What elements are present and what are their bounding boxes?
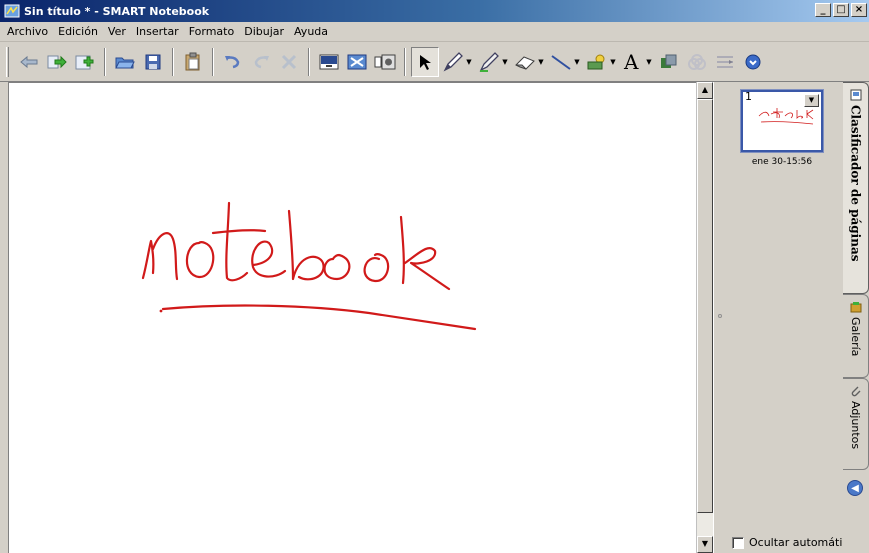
- text-icon[interactable]: A ▼: [619, 47, 655, 77]
- capture-icon[interactable]: [371, 47, 399, 77]
- chevron-down-icon[interactable]: ▼: [646, 58, 651, 66]
- tab-label-gallery: Galería: [849, 317, 862, 357]
- main-toolbar: ▼ ▼ ▼ ▼ ▼ A ▼: [0, 42, 869, 82]
- side-tabs: Clasificador de páginas Galería Adjuntos…: [843, 82, 869, 553]
- thumbnail-caption: ene 30-15:56: [751, 157, 813, 167]
- select-arrow-icon[interactable]: [411, 46, 439, 77]
- menu-edicion[interactable]: Edición: [53, 25, 103, 38]
- menu-archivo[interactable]: Archivo: [2, 25, 53, 38]
- ink-notebook-drawing[interactable]: [9, 83, 697, 553]
- eraser-icon[interactable]: ▼: [511, 47, 547, 77]
- toolbar-separator: [104, 47, 106, 76]
- open-folder-icon[interactable]: [111, 47, 139, 77]
- tab-label-attachments: Adjuntos: [849, 401, 862, 450]
- more-icon[interactable]: [739, 47, 767, 77]
- properties-icon[interactable]: [655, 47, 683, 77]
- line-icon[interactable]: ▼: [547, 47, 583, 77]
- app-icon: [4, 4, 20, 18]
- tab-attachments[interactable]: Adjuntos: [843, 378, 869, 470]
- paste-icon[interactable]: [179, 47, 207, 77]
- whiteboard-canvas[interactable]: [8, 82, 696, 553]
- menu-dibujar[interactable]: Dibujar: [239, 25, 289, 38]
- panel-resize-handle[interactable]: [718, 314, 722, 318]
- minimize-button[interactable]: _: [815, 3, 831, 17]
- toolbar-separator: [172, 47, 174, 76]
- menu-formato[interactable]: Formato: [184, 25, 240, 38]
- menu-insertar[interactable]: Insertar: [131, 25, 184, 38]
- toolbar-separator: [212, 47, 214, 76]
- chevron-down-icon[interactable]: ▼: [466, 58, 471, 66]
- screen-shade-icon[interactable]: [315, 47, 343, 77]
- scroll-thumb[interactable]: [697, 99, 713, 513]
- creative-pen-icon[interactable]: ▼: [475, 47, 511, 77]
- title-bar: Sin título * - SMART Notebook _ □ ×: [0, 0, 869, 22]
- chevron-down-icon[interactable]: ▼: [502, 58, 507, 66]
- add-page-icon[interactable]: [71, 47, 99, 77]
- maximize-button[interactable]: □: [833, 3, 849, 17]
- tab-gallery[interactable]: Galería: [843, 294, 869, 378]
- menu-ver[interactable]: Ver: [103, 25, 131, 38]
- thumbnail-number: 1: [745, 90, 752, 103]
- chevron-down-icon[interactable]: ▼: [574, 58, 579, 66]
- menu-ayuda[interactable]: Ayuda: [289, 25, 333, 38]
- canvas-scrollbar[interactable]: ▲ ▼: [696, 82, 713, 553]
- table-icon[interactable]: [683, 47, 711, 77]
- tab-label-sorter: Clasificador de páginas: [848, 105, 863, 262]
- autohide-checkbox[interactable]: [732, 536, 744, 549]
- pen-icon[interactable]: ▼: [439, 47, 475, 77]
- delete-icon[interactable]: [275, 47, 303, 77]
- page-sorter-icon: [850, 89, 861, 101]
- toolbar-separator: [404, 47, 406, 76]
- page-sorter-panel: 1 ▼ ene 30-15:56 Ocultar automáticar: [713, 82, 860, 553]
- chevron-down-icon[interactable]: ▼: [538, 58, 543, 66]
- window-controls: _ □ ×: [815, 3, 867, 17]
- svg-text:A: A: [623, 52, 639, 72]
- save-icon[interactable]: [139, 47, 167, 77]
- collapse-panel-icon[interactable]: ◀: [847, 480, 863, 496]
- smart-notebook-window: Sin título * - SMART Notebook _ □ × Arch…: [0, 0, 869, 553]
- scroll-down-icon[interactable]: ▼: [697, 536, 713, 553]
- shape-icon[interactable]: ▼: [583, 47, 619, 77]
- menu-bar: Archivo Edición Ver Insertar Formato Dib…: [0, 22, 869, 42]
- thumbnail-menu-chevron-icon[interactable]: ▼: [804, 94, 819, 107]
- tab-page-sorter[interactable]: Clasificador de páginas: [843, 82, 869, 294]
- toolbar-separator: [308, 47, 310, 76]
- window-title: Sin título * - SMART Notebook: [24, 4, 210, 18]
- scroll-up-icon[interactable]: ▲: [697, 82, 713, 99]
- chevron-down-icon[interactable]: ▼: [610, 58, 615, 66]
- autohide-option[interactable]: Ocultar automáticar: [732, 536, 860, 549]
- paperclip-icon: [851, 386, 860, 397]
- close-button[interactable]: ×: [851, 3, 867, 17]
- forward-arrow-icon[interactable]: [43, 47, 71, 77]
- back-arrow-icon[interactable]: [15, 47, 43, 77]
- redo-icon[interactable]: [247, 47, 275, 77]
- gallery-icon: [850, 302, 861, 313]
- page-thumbnail[interactable]: 1 ▼: [740, 89, 824, 153]
- undo-icon[interactable]: [219, 47, 247, 77]
- toolbar-grip[interactable]: [6, 46, 9, 77]
- toolbar-move-icon[interactable]: [711, 47, 739, 77]
- full-screen-icon[interactable]: [343, 47, 371, 77]
